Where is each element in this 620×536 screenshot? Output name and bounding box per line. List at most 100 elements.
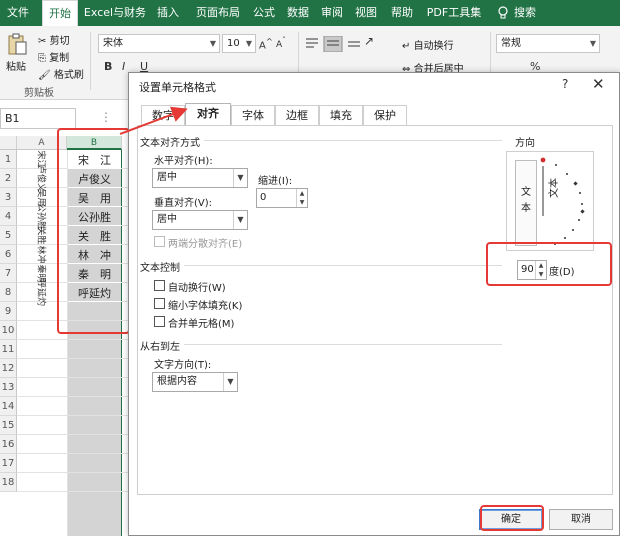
vertical-align-label: 垂直对齐(V): <box>154 198 213 209</box>
row-header[interactable]: 17 <box>0 454 17 473</box>
row-header[interactable]: 11 <box>0 340 17 359</box>
grid-line <box>17 491 132 492</box>
cut-label: 剪切 <box>49 36 70 47</box>
bold-button[interactable]: B <box>104 60 112 73</box>
tab-number[interactable]: 数字 <box>141 105 185 125</box>
cancel-button[interactable]: 取消 <box>549 509 613 530</box>
rtl-group-title: 从右到左 <box>140 338 184 353</box>
row-header[interactable]: 1 <box>0 150 17 169</box>
tab-font[interactable]: 字体 <box>231 105 275 125</box>
vertical-text-button[interactable]: 文 本 <box>515 160 537 246</box>
wrap-text-label: 自动换行(W) <box>168 283 226 294</box>
chevron-down-icon: ▼ <box>245 39 252 48</box>
wrap-text-label: 自动换行 <box>413 41 454 52</box>
tab-border[interactable]: 边框 <box>275 105 319 125</box>
text-direction-select[interactable]: 根据内容 ▼ <box>152 372 238 392</box>
tab-data[interactable]: 数据 <box>282 0 314 26</box>
wrap-text-button[interactable]: ↵ 自动换行 <box>402 37 454 52</box>
vertical-align-value: 居中 <box>157 214 177 225</box>
row-header[interactable]: 8 <box>0 283 17 302</box>
chevron-down-icon: ▼ <box>589 39 596 48</box>
row-header[interactable]: 4 <box>0 207 17 226</box>
tab-excel-finance[interactable]: Excel与财务 <box>82 0 148 26</box>
orientation-button[interactable]: ↗ <box>364 34 374 48</box>
orientation-group-title: 方向 <box>515 134 539 149</box>
merge-cells-checkbox[interactable] <box>154 316 165 327</box>
tab-fill[interactable]: 填充 <box>319 105 363 125</box>
help-button[interactable]: ? <box>562 77 568 91</box>
row-header[interactable]: 18 <box>0 473 17 492</box>
horizontal-align-select[interactable]: 居中 ▼ <box>152 168 248 188</box>
highlight-box-ok <box>480 505 544 531</box>
row-header[interactable]: 7 <box>0 264 17 283</box>
row-header[interactable]: 6 <box>0 245 17 264</box>
dialog-title: 设置单元格格式 <box>139 81 216 94</box>
horizontal-align-value: 居中 <box>157 172 177 183</box>
copy-button[interactable]: ⎘ 复制 <box>38 49 69 64</box>
tab-home[interactable]: 开始 <box>42 0 78 26</box>
tab-search[interactable]: 搜索 <box>510 0 540 26</box>
grid-line <box>17 415 132 416</box>
group-rule <box>142 265 502 266</box>
cell-a[interactable]: 呼延灼 <box>36 271 49 315</box>
grid-line <box>17 358 132 359</box>
close-button[interactable]: ✕ <box>592 75 605 93</box>
row-header[interactable]: 16 <box>0 435 17 454</box>
text-alignment-group-title: 文本对齐方式 <box>140 134 204 149</box>
paste-button[interactable]: 粘贴 <box>6 58 26 73</box>
row-header[interactable]: 9 <box>0 302 17 321</box>
ribbon-tab-bar: 文件 开始 Excel与财务 插入 页面布局 公式 数据 审阅 视图 帮助 PD… <box>0 0 620 26</box>
row-header[interactable]: 15 <box>0 416 17 435</box>
row-header[interactable]: 5 <box>0 226 17 245</box>
vertical-text-label: 文 本 <box>521 187 531 214</box>
format-cells-dialog: 设置单元格格式 ? ✕ 数字 对齐 字体 边框 填充 保护 文本对齐方式 水平对… <box>128 72 620 536</box>
indent-label: 缩进(I): <box>258 176 293 187</box>
indent-spinner[interactable]: 0 ▲ ▼ <box>256 188 308 208</box>
shrink-to-fit-checkbox[interactable] <box>154 298 165 309</box>
font-size-select[interactable]: 10 ▼ <box>222 34 256 53</box>
orientation-dial[interactable] <box>539 156 593 248</box>
tab-alignment[interactable]: 对齐 <box>185 103 231 126</box>
tab-review[interactable]: 审阅 <box>316 0 348 26</box>
tab-view[interactable]: 视图 <box>350 0 382 26</box>
row-header[interactable]: 2 <box>0 169 17 188</box>
tab-pdf-tools[interactable]: PDF工具集 <box>422 0 486 26</box>
row-header[interactable]: 12 <box>0 359 17 378</box>
row-header[interactable]: 3 <box>0 188 17 207</box>
row-header[interactable]: 14 <box>0 397 17 416</box>
grow-font-button[interactable]: A^ <box>259 36 273 51</box>
format-painter-button[interactable]: 🖌 格式刷 <box>38 66 84 81</box>
font-name-select[interactable]: 宋体 ▼ <box>98 34 220 53</box>
wrap-text-icon: ↵ <box>402 41 411 52</box>
dial-text-label: 文本 <box>549 178 560 198</box>
grid-line <box>17 453 132 454</box>
cut-button[interactable]: ✂ 剪切 <box>38 32 70 47</box>
select-all-corner[interactable] <box>0 136 17 150</box>
text-control-group-title: 文本控制 <box>140 259 184 274</box>
name-box[interactable]: B1 <box>0 108 76 129</box>
tab-formulas[interactable]: 公式 <box>248 0 280 26</box>
brush-icon: 🖌 <box>38 70 51 81</box>
tab-help[interactable]: 帮助 <box>384 0 420 26</box>
tab-page-layout[interactable]: 页面布局 <box>190 0 246 26</box>
tab-file[interactable]: 文件 <box>0 0 36 26</box>
horizontal-align-label: 水平对齐(H): <box>154 156 213 167</box>
formula-bar-grip: ⋮ <box>100 110 112 124</box>
chevron-down-icon: ▼ <box>233 211 247 229</box>
row-header[interactable]: 10 <box>0 321 17 340</box>
spin-arrows-icon[interactable]: ▲ ▼ <box>296 189 307 207</box>
vertical-align-select[interactable]: 居中 ▼ <box>152 210 248 230</box>
shrink-to-fit-label: 缩小字体填充(K) <box>168 301 243 312</box>
tab-protection[interactable]: 保护 <box>363 105 407 125</box>
italic-button[interactable]: I <box>122 60 125 73</box>
wrap-text-checkbox[interactable] <box>154 280 165 291</box>
row-header[interactable]: 13 <box>0 378 17 397</box>
number-format-select[interactable]: 常规 ▼ <box>496 34 600 53</box>
group-rule <box>142 344 502 345</box>
grid-line <box>17 434 132 435</box>
shrink-font-button[interactable]: Aˇ <box>276 36 286 50</box>
tab-insert[interactable]: 插入 <box>150 0 186 26</box>
clipboard-group-label: 剪贴板 <box>24 88 54 99</box>
justify-distributed-checkbox[interactable] <box>154 236 165 247</box>
font-size-value: 10 <box>227 38 240 49</box>
